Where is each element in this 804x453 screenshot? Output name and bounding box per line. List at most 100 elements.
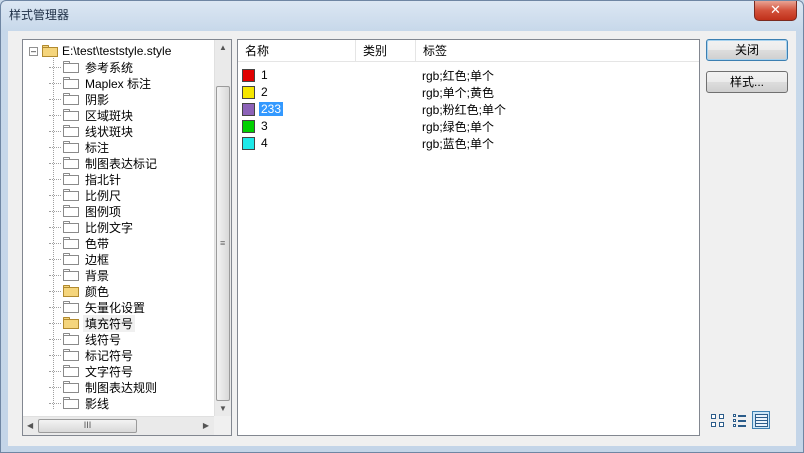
style-tree-panel: – E:\test\teststyle.style 参考系统 Maplex 标注阴… <box>22 39 232 436</box>
folder-icon <box>63 237 79 249</box>
tree-item-label: 图例项 <box>85 204 122 219</box>
style-list-panel: 名称 类别 标签 1 rgb;红色;单个 2 rgb;单个;黄色 233 rgb;粉红色;… <box>237 39 700 436</box>
tree-item-label: 阴影 <box>85 92 110 107</box>
scroll-down-icon[interactable]: ▼ <box>219 404 227 413</box>
collapse-icon[interactable]: – <box>29 46 38 56</box>
folder-icon <box>63 77 79 89</box>
tree-horizontal-scrollbar[interactable]: ◀ III ▶ <box>23 416 214 435</box>
tree-item[interactable]: 颜色 <box>49 283 111 299</box>
grip-icon: ≡ <box>220 238 226 248</box>
column-header-name[interactable]: 名称 <box>238 40 356 62</box>
styles-button[interactable]: 样式... <box>706 71 788 93</box>
tree-connector <box>49 98 61 100</box>
style-tree: – E:\test\teststyle.style 参考系统 Maplex 标注阴… <box>23 40 214 416</box>
tree-vscroll-thumb[interactable]: ≡ <box>216 86 230 401</box>
tree-item-label: 区域斑块 <box>85 108 134 123</box>
window-close-button[interactable]: ✕ <box>754 1 797 21</box>
folder-icon <box>63 157 79 169</box>
tree-connector <box>49 290 61 292</box>
folder-icon <box>63 221 79 233</box>
tree-item[interactable]: 标记符号 <box>49 347 135 363</box>
tree-connector <box>49 210 61 212</box>
list-row[interactable]: 1 rgb;红色;单个 <box>242 67 682 83</box>
style-manager-window: 样式管理器 ✕ – E:\test\teststyle.style 参考系统 Ma… <box>0 0 804 453</box>
tree-item[interactable]: 矢量化设置 <box>49 299 147 315</box>
tree-item[interactable]: 填充符号 <box>49 314 136 332</box>
tree-hscroll-thumb[interactable]: III <box>38 419 137 433</box>
list-row-tag: rgb;红色;单个 <box>422 68 495 83</box>
tree-item-label: 色带 <box>85 236 110 251</box>
list-header: 名称 类别 标签 <box>238 40 699 62</box>
tree-item[interactable]: 指北针 <box>49 171 123 187</box>
folder-icon <box>63 269 79 281</box>
color-swatch-icon <box>242 102 255 116</box>
tree-item[interactable]: 线状斑块 <box>49 123 135 139</box>
tree-item[interactable]: 比例文字 <box>49 219 135 235</box>
tree-item[interactable]: 文字符号 <box>49 363 135 379</box>
details-view-icon[interactable] <box>752 411 770 429</box>
folder-icon <box>63 285 79 297</box>
window-title: 样式管理器 <box>9 8 70 22</box>
list-view-icon[interactable] <box>730 411 748 429</box>
scroll-right-icon[interactable]: ▶ <box>203 421 209 430</box>
tree-connector <box>49 162 61 164</box>
large-icons-view-icon[interactable] <box>708 411 726 429</box>
tree-vertical-scrollbar[interactable]: ▲ ≡ ▼ <box>214 40 231 416</box>
list-row-name-cell: 3 <box>258 119 416 133</box>
tree-item[interactable]: 影线 <box>49 395 111 411</box>
tree-item[interactable]: 边框 <box>49 251 111 267</box>
tree-item-label: 边框 <box>85 252 110 267</box>
tree-item[interactable]: Maplex 标注 <box>49 75 153 91</box>
tree-item[interactable]: 阴影 <box>49 91 111 107</box>
folder-icon <box>63 141 79 153</box>
tree-connector <box>49 370 61 372</box>
tree-item-label: 颜色 <box>85 284 110 299</box>
tree-item[interactable]: 制图表达规则 <box>49 379 159 395</box>
list-row[interactable]: 4 rgb;蓝色;单个 <box>242 135 682 151</box>
tree-connector <box>49 402 61 404</box>
column-header-tag[interactable]: 标签 <box>416 40 698 62</box>
list-row[interactable]: 233 rgb;粉红色;单个 <box>242 101 682 117</box>
folder-icon <box>63 365 79 377</box>
tree-item[interactable]: 区域斑块 <box>49 107 135 123</box>
tree-item[interactable]: 背景 <box>49 267 111 283</box>
list-row[interactable]: 2 rgb;单个;黄色 <box>242 84 682 100</box>
tree-root-item[interactable]: – E:\test\teststyle.style <box>29 43 171 59</box>
color-swatch-icon <box>242 85 255 99</box>
open-folder-icon <box>63 317 79 329</box>
list-row[interactable]: 3 rgb;绿色;单个 <box>242 118 682 134</box>
tree-item[interactable]: 标注 <box>49 139 111 155</box>
tree-item-label: 填充符号 <box>83 314 136 332</box>
tree-item-label: 参考系统 <box>85 60 134 75</box>
folder-icon <box>63 205 79 217</box>
view-mode-toolbar <box>708 411 770 429</box>
tree-item[interactable]: 制图表达标记 <box>49 155 159 171</box>
scrollbar-corner <box>214 416 231 435</box>
tree-item[interactable]: 图例项 <box>49 203 123 219</box>
tree-connector <box>49 386 61 388</box>
list-row-name-cell: 233 <box>258 102 416 116</box>
scroll-left-icon[interactable]: ◀ <box>27 421 33 430</box>
close-button[interactable]: 关闭 <box>706 39 788 61</box>
tree-item[interactable]: 比例尺 <box>49 187 123 203</box>
tree-item-label: 文字符号 <box>85 364 134 379</box>
list-row-name-cell: 4 <box>258 136 416 150</box>
tree-connector <box>49 66 61 68</box>
tree-connector <box>49 178 61 180</box>
tree-connector <box>49 82 61 84</box>
color-swatch-icon <box>242 68 255 82</box>
color-swatch-icon <box>242 119 255 133</box>
tree-item-label: 影线 <box>85 396 110 411</box>
tree-item-label: 制图表达标记 <box>85 156 158 171</box>
color-swatch-icon <box>242 136 255 150</box>
tree-item[interactable]: 色带 <box>49 235 111 251</box>
dialog-client-area: – E:\test\teststyle.style 参考系统 Maplex 标注阴… <box>8 31 796 446</box>
column-header-category[interactable]: 类别 <box>356 40 416 62</box>
tree-item[interactable]: 参考系统 <box>49 59 135 75</box>
tree-item[interactable]: 线符号 <box>49 331 123 347</box>
tree-item-label: 标注 <box>85 140 110 155</box>
folder-icon <box>63 93 79 105</box>
tree-connector <box>49 338 61 340</box>
scroll-up-icon[interactable]: ▲ <box>219 43 227 52</box>
folder-icon <box>63 253 79 265</box>
